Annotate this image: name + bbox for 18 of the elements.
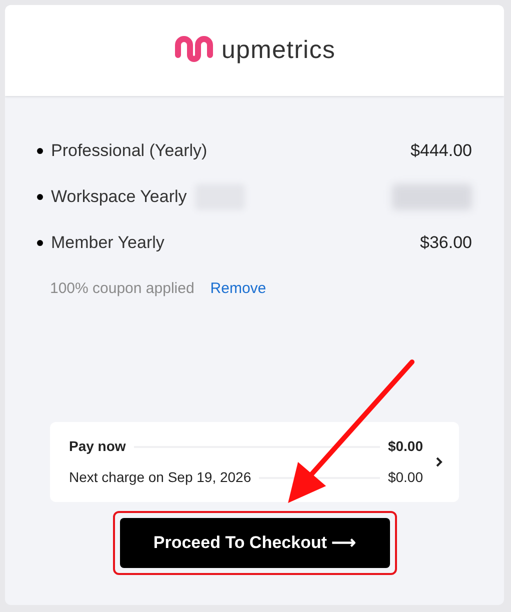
item-name: Professional (Yearly)	[51, 140, 208, 162]
item-name: Workspace Yearly	[51, 186, 187, 208]
bullet-icon	[37, 240, 43, 246]
summary-amount: $0.00	[388, 468, 423, 487]
bullet-icon	[37, 194, 43, 200]
remove-link[interactable]: Remove	[210, 278, 266, 300]
chevron-right-icon	[435, 456, 443, 468]
summary-amount: $0.00	[388, 437, 423, 456]
item-name: Member Yearly	[51, 232, 164, 254]
item-price: $444.00	[410, 140, 472, 162]
bullet-icon	[37, 148, 43, 154]
item-price: $36.00	[420, 232, 472, 254]
payment-summary[interactable]: Pay now $0.00 Next charge on Sep 19, 2026 $0.00	[50, 422, 459, 502]
summary-label: Next charge on Sep 19, 2026	[69, 468, 252, 487]
logo-text: upmetrics	[222, 34, 336, 66]
summary-label: Pay now	[69, 437, 126, 456]
checkout-button[interactable]: Proceed To Checkout ⟶	[120, 518, 390, 568]
coupon-text: 100% coupon applied	[50, 279, 194, 299]
